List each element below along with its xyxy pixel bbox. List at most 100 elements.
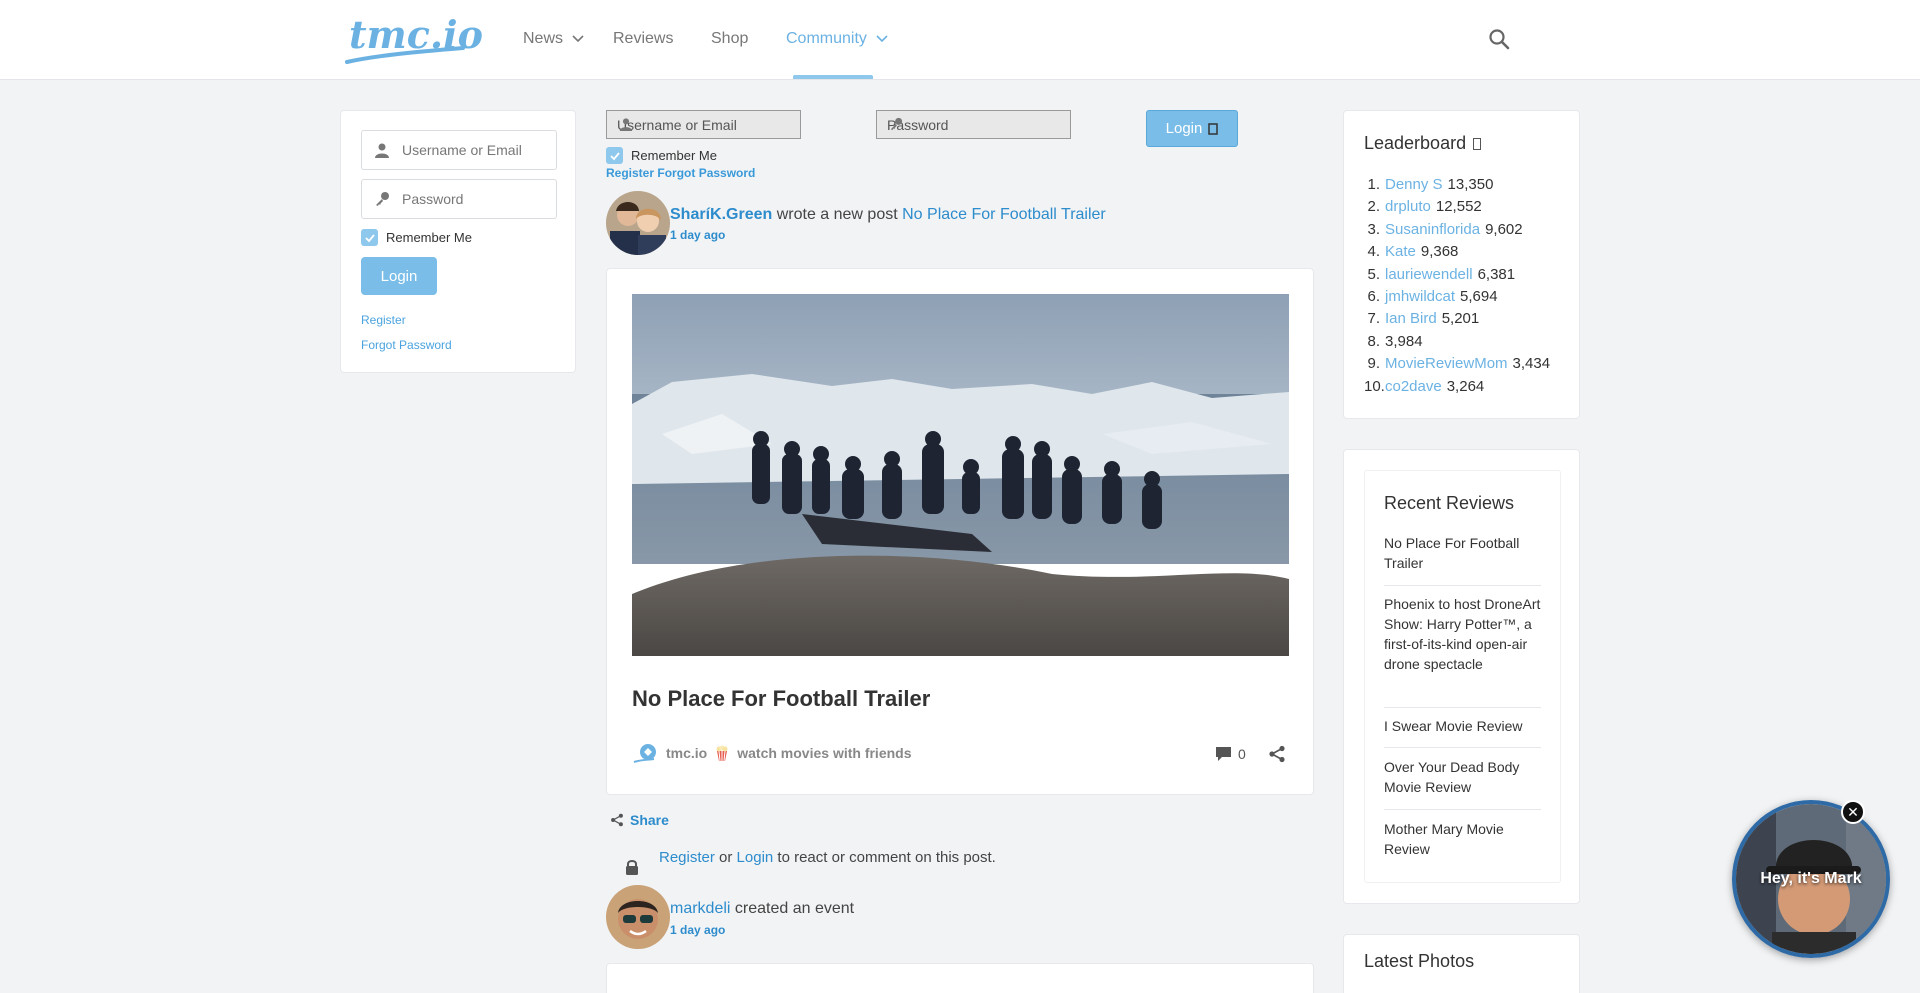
activity-time[interactable]: 1 day ago — [670, 228, 725, 242]
video-caption: Hey, it's Mark — [1760, 870, 1862, 887]
user-icon — [619, 118, 633, 131]
activity-user-link[interactable]: SharíK.Green — [670, 206, 772, 223]
leaderboard-row: 3. Susaninflorida 9,602 — [1364, 221, 1550, 243]
nav-reviews[interactable]: Reviews — [613, 30, 673, 48]
top-username-input[interactable] — [617, 116, 797, 133]
leaderboard-user-link[interactable]: lauriewendell — [1385, 266, 1473, 288]
leaderboard-list: 1. Denny S 13,350 2. drpluto 12,552 3. Susani… — [1364, 176, 1550, 400]
score: 9,368 — [1420, 243, 1459, 261]
rank: 7. — [1367, 310, 1380, 328]
top-remember-me-label: Remember Me — [631, 148, 717, 163]
tmc-small-logo-icon — [633, 744, 656, 763]
leaderboard-user-link[interactable]: Ian Bird — [1385, 310, 1437, 332]
share-icon — [611, 813, 623, 827]
username-field[interactable] — [361, 130, 557, 170]
prompt-rest: to react or comment on this post. — [777, 849, 996, 866]
leaderboard-user-link[interactable]: Kate — [1385, 243, 1416, 265]
share-link[interactable]: Share — [610, 812, 669, 828]
top-forgot-link[interactable]: Forgot Password — [657, 166, 755, 180]
avatar[interactable] — [606, 885, 670, 949]
top-remember-me-row[interactable]: Remember Me — [606, 147, 717, 164]
post-source-name[interactable]: tmc.io — [666, 745, 707, 761]
nav-shop-label: Shop — [711, 30, 749, 47]
password-input[interactable] — [402, 191, 552, 207]
video-bubble[interactable]: Hey, it's Mark — [1732, 800, 1890, 958]
prompt-or: or — [719, 849, 733, 866]
chevron-down-icon — [572, 35, 584, 43]
review-link[interactable]: I Swear Movie Review — [1384, 716, 1541, 736]
prompt-login-link[interactable]: Login — [737, 849, 774, 866]
rank: 10. — [1364, 377, 1385, 395]
sign-in-icon — [1208, 122, 1219, 135]
remember-me-row[interactable]: Remember Me — [361, 229, 472, 246]
top-password-field[interactable] — [876, 110, 1071, 139]
chevron-down-icon — [876, 35, 888, 43]
event-card — [606, 963, 1314, 993]
rank: 8. — [1367, 332, 1380, 350]
missing-glyph-icon — [1473, 138, 1482, 150]
score: 13,350 — [1447, 176, 1494, 193]
leaderboard-user-link[interactable]: Denny S — [1385, 176, 1443, 198]
top-login-label: Login — [1165, 120, 1203, 137]
share-icon[interactable] — [1268, 745, 1286, 763]
rank: 4. — [1367, 243, 1380, 261]
avatar[interactable] — [606, 191, 670, 255]
divider — [1384, 747, 1541, 748]
top-username-field[interactable] — [606, 110, 801, 139]
nav-news[interactable]: News — [523, 30, 585, 48]
post-image[interactable] — [632, 294, 1289, 656]
leaderboard-row: 8. 3,984 — [1364, 333, 1550, 355]
rank: 6. — [1367, 287, 1380, 305]
score: 12,552 — [1435, 198, 1482, 216]
score: 5,694 — [1460, 287, 1498, 305]
leaderboard-user-link[interactable]: MovieReviewMom — [1385, 355, 1508, 377]
top-login-button[interactable]: Login — [1146, 110, 1238, 147]
lock-icon — [626, 860, 638, 875]
search-icon[interactable] — [1488, 28, 1510, 50]
top-register-link[interactable]: Register — [606, 166, 654, 180]
top-remember-me-checkbox[interactable] — [606, 147, 623, 164]
score: 3,984 — [1385, 332, 1423, 350]
review-link[interactable]: Mother Mary Movie Review — [1384, 819, 1541, 859]
password-field[interactable] — [361, 179, 557, 219]
nav-community[interactable]: Community — [786, 30, 889, 48]
register-link[interactable]: Register — [361, 313, 406, 327]
activity-post-link[interactable]: No Place For Football Trailer — [902, 206, 1106, 223]
divider — [1384, 585, 1541, 586]
forgot-password-link[interactable]: Forgot Password — [361, 338, 452, 352]
popcorn-icon — [716, 745, 728, 761]
activity2-user-link[interactable]: markdeli — [670, 900, 730, 917]
nav-reviews-label: Reviews — [613, 30, 674, 47]
score: 3,434 — [1512, 355, 1551, 373]
username-input[interactable] — [402, 142, 552, 158]
leaderboard-title: Leaderboard — [1364, 133, 1482, 154]
post-tagline: watch movies with friends — [737, 745, 912, 761]
review-link[interactable]: Over Your Dead Body Movie Review — [1384, 757, 1541, 797]
leaderboard-user-link[interactable]: co2dave — [1385, 378, 1442, 400]
score: 5,201 — [1441, 310, 1480, 328]
top-register-forgot: Register Forgot Password — [606, 166, 755, 180]
leaderboard-user-link[interactable]: drpluto — [1385, 198, 1431, 220]
login-button[interactable]: Login — [361, 257, 437, 295]
review-link[interactable]: No Place For Football Trailer — [1384, 533, 1541, 573]
nav-shop[interactable]: Shop — [711, 30, 748, 48]
remember-me-checkbox[interactable] — [361, 229, 378, 246]
tmc-logo[interactable]: tmc.io — [343, 8, 483, 72]
leaderboard-user-link[interactable]: jmhwildcat — [1385, 288, 1455, 310]
review-link[interactable]: Phoenix to host DroneArt Show: Harry Pot… — [1384, 594, 1541, 674]
close-icon[interactable]: ✕ — [1841, 800, 1865, 824]
top-password-input[interactable] — [887, 116, 1067, 133]
key-icon — [362, 180, 402, 218]
comments-button[interactable]: 0 — [1215, 746, 1246, 762]
activity2-time[interactable]: 1 day ago — [670, 923, 725, 937]
post-source: tmc.io watch movies with friends — [632, 742, 912, 764]
latest-photos-title: Latest Photos — [1364, 951, 1475, 971]
nav-community-label: Community — [786, 30, 867, 47]
leaderboard-user-link[interactable]: Susaninflorida — [1385, 221, 1480, 243]
user-icon — [362, 131, 402, 169]
score: 9,602 — [1485, 220, 1523, 238]
post-title[interactable]: No Place For Football Trailer — [632, 686, 930, 712]
prompt-register-link[interactable]: Register — [659, 849, 715, 866]
leaderboard-row: 9. MovieReviewMom 3,434 — [1364, 355, 1550, 377]
recent-reviews-title: Recent Reviews — [1384, 493, 1515, 513]
